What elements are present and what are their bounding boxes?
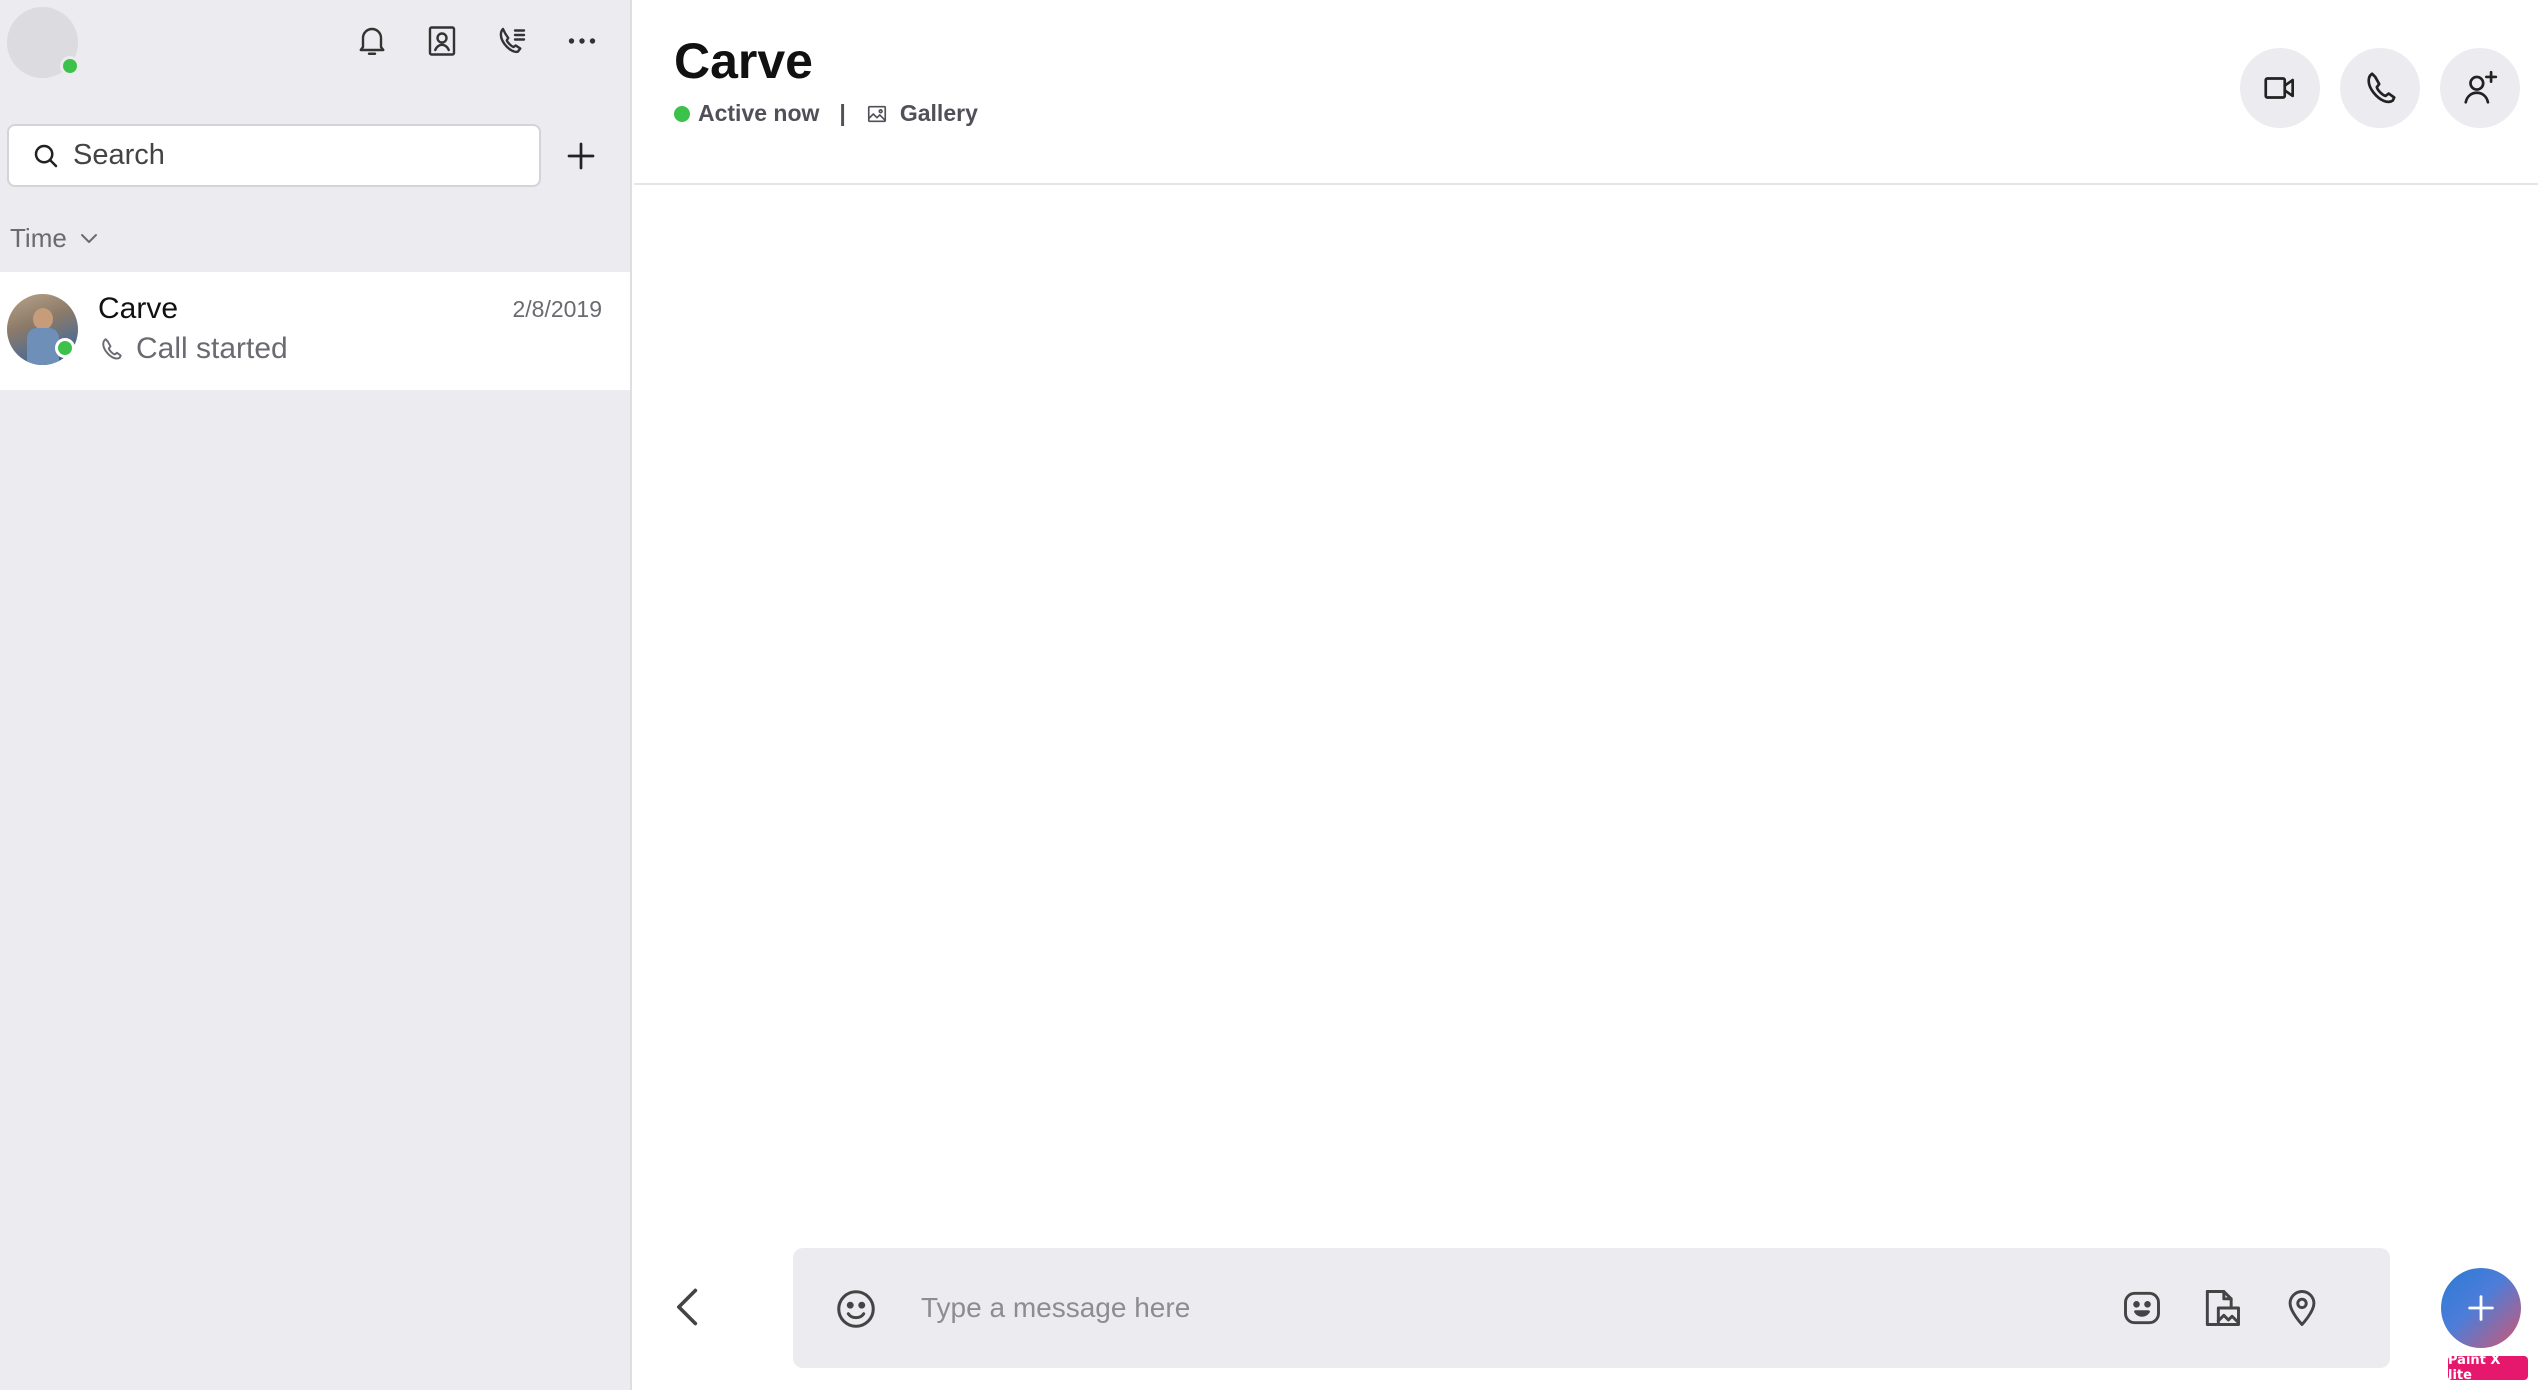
chevron-left-icon [677, 1288, 698, 1326]
notifications-button[interactable] [349, 18, 395, 64]
call-log-icon [499, 27, 526, 54]
plus-icon [567, 142, 595, 170]
chat-status-bar: Active now | Gallery [674, 100, 978, 127]
sort-label: Time [10, 222, 67, 253]
call-log-button[interactable] [489, 18, 535, 64]
contact-online-dot [55, 338, 75, 358]
add-people-icon [2464, 70, 2498, 104]
bell-icon [359, 27, 385, 55]
contacts-button[interactable] [419, 18, 465, 64]
chat-title[interactable]: Carve [674, 32, 813, 90]
add-content-button[interactable] [2441, 1268, 2521, 1348]
search-input[interactable] [73, 139, 513, 172]
gallery-icon [867, 105, 886, 122]
conversation-preview: Call started [98, 332, 288, 366]
status-separator: | [839, 100, 846, 126]
new-chat-button[interactable] [558, 133, 604, 179]
search-box[interactable] [7, 124, 541, 187]
send-file-button[interactable] [2198, 1284, 2246, 1332]
active-status-text: Active now [698, 100, 820, 126]
message-composer [793, 1248, 2390, 1368]
emoji-icon[interactable] [833, 1286, 879, 1332]
audio-call-icon [2367, 72, 2396, 104]
plus-icon [2468, 1295, 2494, 1321]
contacts-icon [428, 26, 456, 56]
avatar-photo-head [33, 308, 53, 330]
gallery-label: Gallery [899, 100, 978, 126]
phone-icon [102, 338, 122, 360]
sort-dropdown[interactable]: Time [10, 220, 101, 256]
conversation-item[interactable]: Carve 2/8/2019 Call started [0, 272, 630, 390]
collapse-button[interactable] [668, 1282, 708, 1332]
add-people-button[interactable] [2440, 48, 2520, 128]
active-status-dot [674, 105, 690, 122]
share-location-button[interactable] [2278, 1284, 2326, 1332]
sticker-button[interactable] [2118, 1284, 2166, 1332]
sidebar: Time Carve 2/8/2019 Call started [0, 0, 632, 1390]
chevron-down-icon [80, 234, 97, 243]
watermark-badge: Paint X lite [2448, 1353, 2528, 1383]
video-call-icon [2264, 77, 2295, 99]
location-icon [2288, 1290, 2316, 1326]
conversation-avatar-wrapper [0, 272, 90, 390]
conversation-preview-text: Call started [136, 332, 288, 365]
profile-avatar[interactable] [7, 7, 80, 78]
gallery-link[interactable]: Gallery [866, 100, 978, 127]
audio-call-button[interactable] [2340, 48, 2420, 128]
sticker-icon [2124, 1291, 2160, 1325]
online-status-dot [60, 56, 80, 76]
message-history [634, 187, 2538, 1227]
conversation-date: 2/8/2019 [512, 296, 602, 322]
message-input[interactable] [921, 1278, 2061, 1338]
search-icon [34, 144, 58, 167]
more-icon [568, 38, 596, 44]
video-call-button[interactable] [2240, 48, 2320, 128]
file-image-icon [2205, 1290, 2240, 1326]
skype-app: Time Carve 2/8/2019 Call started [0, 0, 2538, 1390]
more-options-button[interactable] [559, 18, 605, 64]
chat-header: Carve Active now | Gallery [634, 0, 2538, 185]
conversation-name: Carve [98, 292, 179, 325]
